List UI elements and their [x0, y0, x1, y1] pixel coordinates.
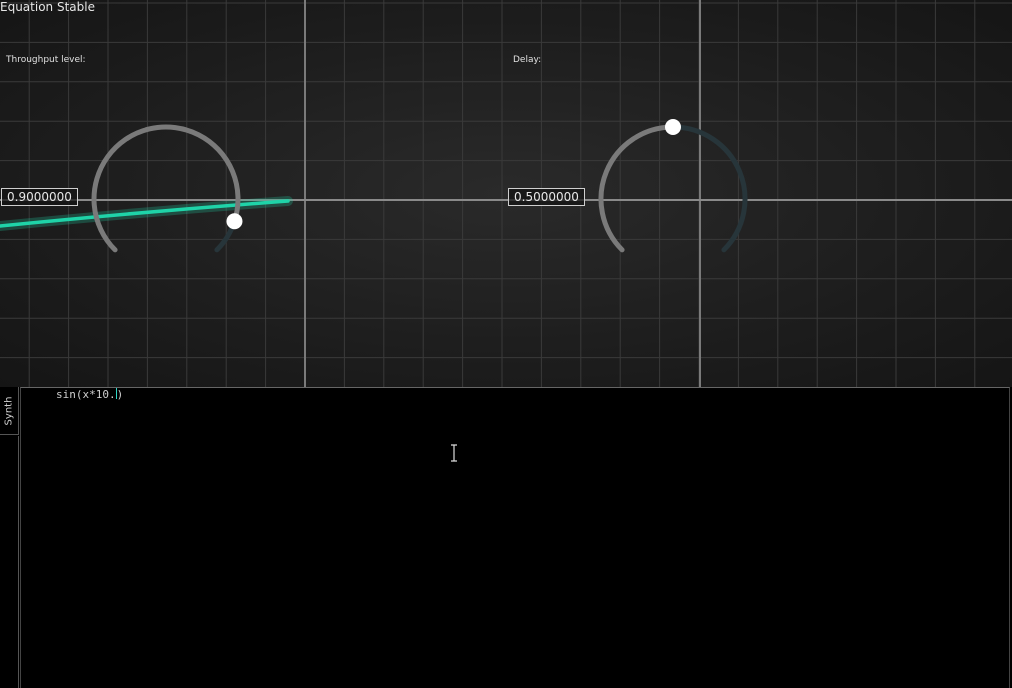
i-beam-cursor-icon	[451, 444, 457, 462]
throughput-knob-handle[interactable]	[226, 213, 243, 230]
delay-knob-track-value	[598, 124, 676, 253]
waveform-visualizer: Equation Stable Throughput level: Delay:…	[0, 0, 1012, 387]
code-text-after-caret: )	[116, 388, 124, 401]
tab-synth[interactable]: Synth	[0, 387, 19, 435]
throughput-label: Throughput level:	[6, 55, 86, 65]
app-window: Equation Stable Throughput level: Delay:…	[0, 0, 1012, 688]
delay-knob-track-remaining	[670, 124, 748, 253]
status-title: Equation Stable	[0, 0, 95, 14]
grid-canvas	[0, 0, 1012, 387]
delay-knob-handle[interactable]	[665, 119, 681, 135]
code-editor[interactable]: sin(x*10.)	[20, 387, 1010, 688]
side-tab-filler	[0, 436, 19, 688]
tab-synth-label: Synth	[3, 396, 15, 425]
code-line[interactable]: sin(x*10.)	[56, 388, 123, 402]
throughput-value-field[interactable]: 0.9000000	[1, 188, 78, 206]
throughput-knob-track-value	[91, 124, 241, 253]
delay-value-field[interactable]: 0.5000000	[508, 188, 585, 206]
code-text-before-caret: sin(x*10.	[56, 388, 116, 401]
delay-label: Delay:	[513, 55, 542, 65]
